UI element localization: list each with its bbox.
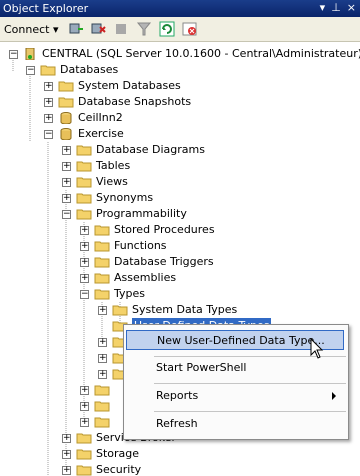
folder-icon [94, 401, 110, 412]
connect-label: Connect [4, 23, 50, 36]
folder-icon [94, 241, 110, 252]
folder-icon [112, 305, 128, 316]
folder-icon [40, 65, 56, 76]
filter-icon[interactable] [136, 21, 152, 37]
folder-icon [76, 433, 92, 444]
object-explorer-titlebar: Object Explorer ▾ ⊥ × [0, 0, 360, 17]
expand-icon[interactable]: + [62, 146, 71, 155]
expand-icon[interactable]: + [80, 386, 89, 395]
connect-button[interactable]: Connect ▾ [4, 21, 59, 38]
tree-node-label: System Databases [78, 79, 181, 92]
collapse-icon[interactable]: − [26, 66, 35, 75]
expand-icon[interactable]: + [62, 178, 71, 187]
collapse-icon[interactable]: − [80, 290, 89, 299]
menu-item-label: New User-Defined Data Type... [157, 334, 325, 347]
tree-node-label: Tables [96, 159, 131, 172]
folder-icon [58, 81, 74, 92]
activity-monitor-icon[interactable] [182, 21, 198, 37]
disconnect-icon[interactable] [90, 21, 106, 37]
tree-node-label: CeilInn2 [78, 111, 123, 124]
menu-separator [154, 383, 346, 384]
tree-node-label: Database Triggers [114, 255, 214, 268]
stop-icon[interactable] [113, 21, 129, 37]
folder-icon [94, 417, 110, 428]
folder-icon [76, 145, 92, 156]
folder-icon [76, 209, 92, 220]
folder-icon [76, 193, 92, 204]
collapse-icon[interactable]: − [9, 50, 18, 59]
folder-icon [94, 257, 110, 268]
tree-node-label: Programmability [96, 207, 187, 220]
expand-icon[interactable]: + [80, 274, 89, 283]
menu-item-reports[interactable]: Reports [126, 386, 344, 406]
folder-icon [76, 465, 92, 476]
folder-icon [94, 289, 110, 300]
folder-icon [94, 273, 110, 284]
expand-icon[interactable]: + [62, 162, 71, 171]
mouse-cursor-icon [310, 338, 324, 359]
expand-icon[interactable]: + [80, 226, 89, 235]
chevron-down-icon: ▾ [52, 23, 59, 36]
window-title: Object Explorer [3, 2, 89, 15]
expand-icon[interactable]: + [98, 354, 107, 363]
expand-icon[interactable]: + [62, 434, 71, 443]
tree-node-label: Database Diagrams [96, 143, 205, 156]
folder-icon [94, 225, 110, 236]
dropdown-icon[interactable]: ▾ [320, 1, 326, 14]
expand-icon[interactable]: + [98, 306, 107, 315]
expand-icon[interactable]: + [44, 82, 53, 91]
close-icon[interactable]: × [347, 1, 356, 14]
folder-icon [76, 449, 92, 460]
tree-node-label: Views [96, 175, 128, 188]
expand-icon[interactable]: + [44, 114, 53, 123]
menu-item-label: Reports [156, 389, 199, 402]
menu-separator [154, 411, 346, 412]
expand-icon[interactable]: + [80, 418, 89, 427]
server-icon [25, 48, 35, 60]
expand-icon[interactable]: + [98, 338, 107, 347]
tree-node-label: Database Snapshots [78, 95, 192, 108]
expand-icon[interactable]: + [80, 258, 89, 267]
database-icon [60, 112, 72, 124]
tree-node-label: System Data Types [132, 303, 238, 316]
tree-node-label: CENTRAL (SQL Server 10.0.1600 - Central\… [42, 47, 360, 60]
expand-icon[interactable]: + [62, 450, 71, 459]
expand-icon[interactable]: + [98, 370, 107, 379]
folder-icon [76, 177, 92, 188]
menu-item-start-powershell[interactable]: Start PowerShell [126, 358, 344, 378]
database-icon [60, 128, 72, 140]
folder-icon [58, 97, 74, 108]
refresh-icon[interactable] [159, 21, 175, 37]
tree-node-label: Functions [114, 239, 167, 252]
tree-node-label: Storage [96, 447, 140, 460]
pin-icon[interactable]: ⊥ [331, 1, 341, 14]
menu-item-refresh[interactable]: Refresh [126, 414, 344, 434]
collapse-icon[interactable]: − [44, 130, 53, 139]
tree-node-label: Security [96, 463, 142, 476]
tree-node-label: Exercise [78, 127, 124, 140]
expand-icon[interactable]: + [62, 466, 71, 475]
tree-node-label: Stored Procedures [114, 223, 215, 236]
collapse-icon[interactable]: − [62, 210, 71, 219]
folder-icon [76, 161, 92, 172]
expand-icon[interactable]: + [80, 242, 89, 251]
tree-node-label: Types [114, 287, 145, 300]
expand-icon[interactable]: + [44, 98, 53, 107]
tree-node-label: Databases [60, 63, 119, 76]
expand-icon[interactable]: + [62, 194, 71, 203]
toolbar: Connect ▾ [0, 17, 360, 42]
tree-node-label: Assemblies [114, 271, 177, 284]
menu-item-label: Start PowerShell [156, 361, 247, 374]
folder-icon [94, 385, 110, 396]
submenu-arrow-icon [332, 392, 336, 400]
connect-object-explorer-icon[interactable] [68, 21, 84, 37]
tree-node-label: Synonyms [96, 191, 154, 204]
expand-icon[interactable]: + [80, 402, 89, 411]
menu-item-label: Refresh [156, 417, 198, 430]
